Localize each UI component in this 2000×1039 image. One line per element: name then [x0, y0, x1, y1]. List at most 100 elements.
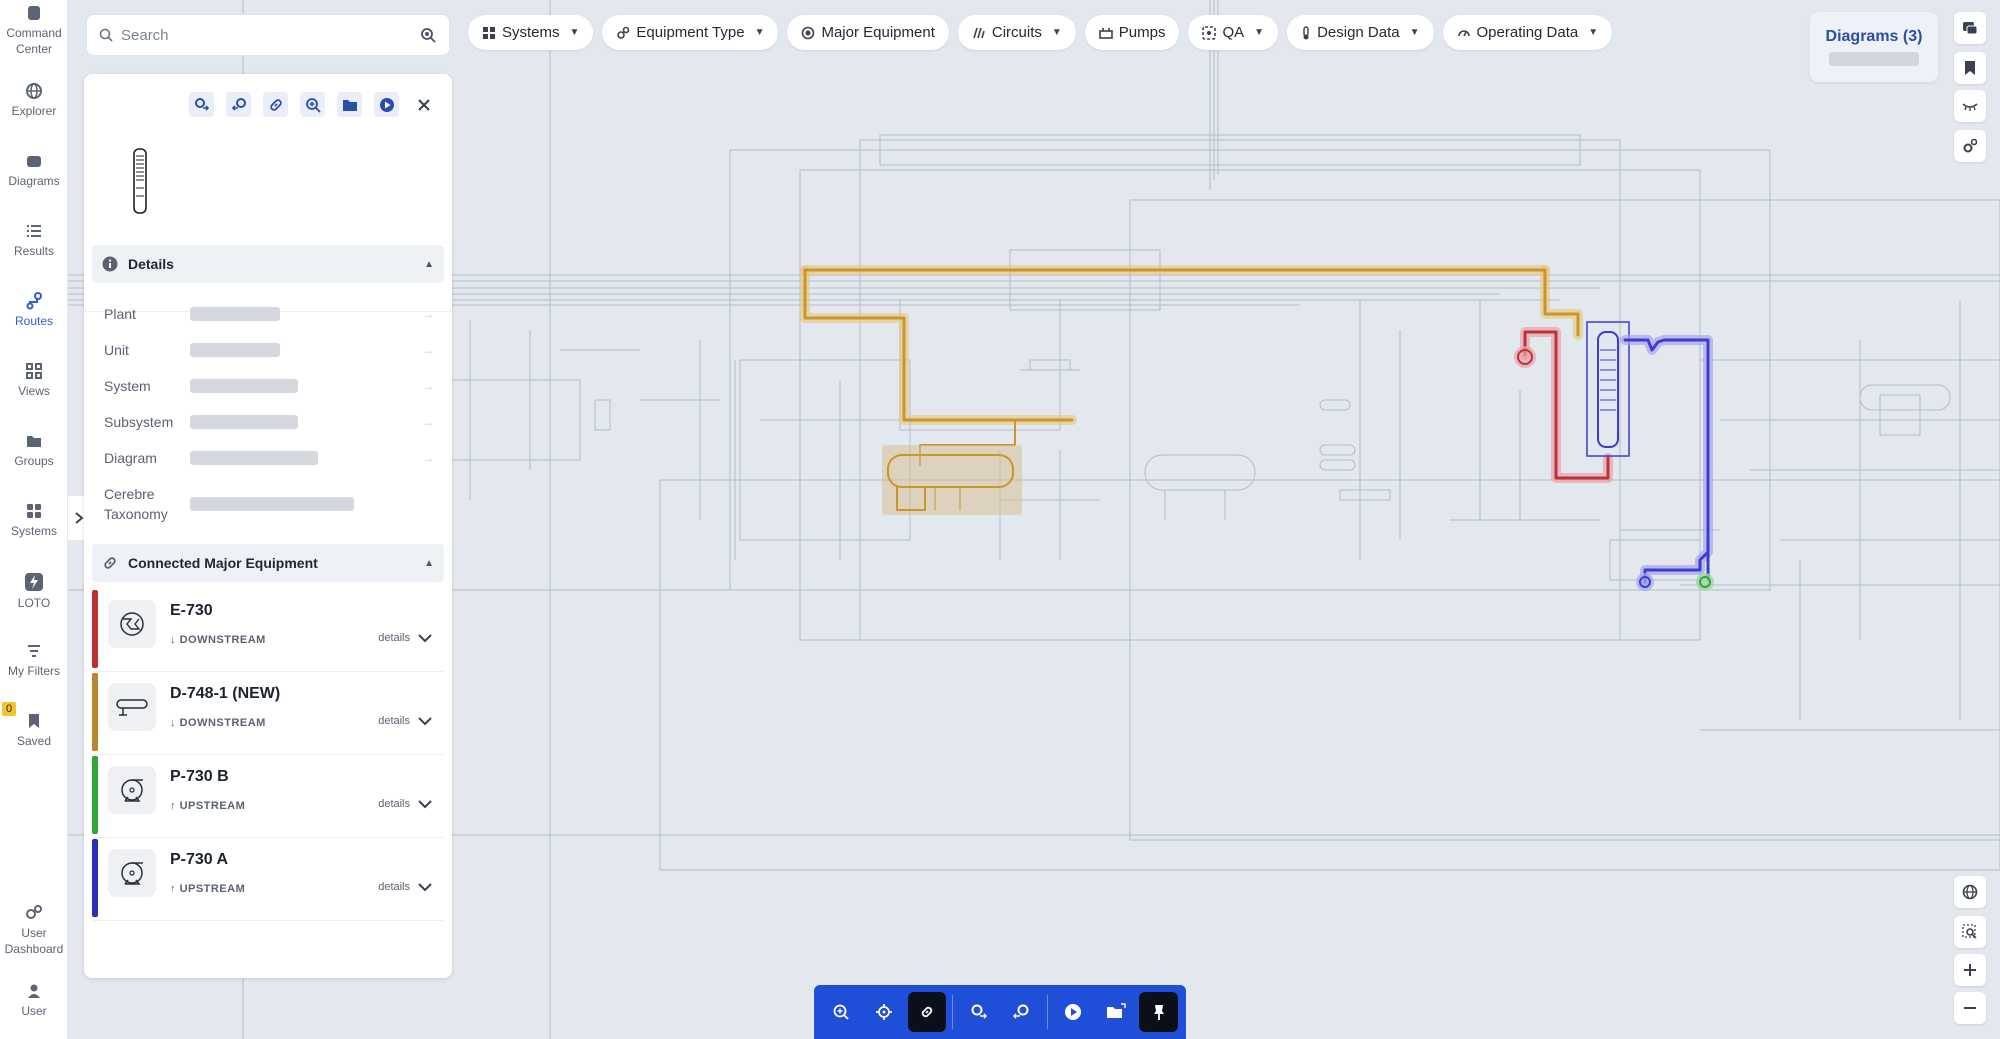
nav-systems[interactable]: Systems — [0, 502, 68, 539]
circuits-icon — [973, 27, 985, 38]
arrow-right-icon[interactable]: → — [422, 412, 434, 432]
pin-tool[interactable] — [1139, 992, 1178, 1032]
nav-loto[interactable]: LOTO — [0, 572, 68, 611]
user-dashboard-icon — [26, 905, 42, 919]
arrow-right-icon[interactable]: → — [422, 304, 434, 324]
globe-view-button[interactable] — [1954, 876, 1986, 908]
route-upstream-tool[interactable] — [959, 992, 998, 1032]
zoom-in-icon — [833, 1004, 850, 1020]
detail-value-placeholder — [190, 343, 280, 357]
route-downstream-button[interactable] — [226, 92, 251, 117]
equipment-card-d-748-1[interactable]: D-748-1 (NEW) ↓ DOWNSTREAM details — [92, 673, 444, 755]
details-toggle[interactable]: details — [378, 715, 432, 727]
nav-label: LOTO — [17, 596, 51, 610]
search-icon — [99, 28, 113, 42]
hide-button[interactable] — [1954, 90, 1986, 122]
filter-pumps[interactable]: Pumps — [1084, 15, 1180, 50]
drum-icon — [116, 699, 148, 716]
gauge-icon — [1457, 29, 1470, 36]
nav-my-filters[interactable]: My Filters — [0, 642, 68, 679]
details-link: details — [378, 715, 410, 727]
arrow-down-icon: ↓ — [170, 634, 176, 646]
arrow-right-icon[interactable]: → — [422, 448, 434, 468]
locate-tool[interactable] — [865, 992, 904, 1032]
collapse-caret-icon: ▲ — [424, 258, 434, 270]
equipment-direction: ↓ DOWNSTREAM — [170, 634, 266, 646]
settings-button[interactable] — [1954, 130, 1986, 162]
nav-results[interactable]: Results — [0, 222, 68, 259]
zoom-to-button[interactable] — [300, 92, 325, 117]
connections-button[interactable] — [263, 92, 288, 117]
diagrams-card[interactable]: Diagrams (3) — [1810, 12, 1938, 82]
search-input[interactable] — [121, 26, 411, 44]
route-downstream-tool[interactable] — [1002, 992, 1041, 1032]
filter-circuits[interactable]: Circuits ▼ — [957, 15, 1076, 50]
nav-label: User — [21, 1004, 47, 1018]
zoom-out-button[interactable] — [1954, 992, 1986, 1024]
detail-value-placeholder — [190, 497, 354, 511]
nav-command-center[interactable]: Command Center — [0, 4, 68, 57]
filter-equipment-type[interactable]: Equipment Type ▼ — [602, 15, 779, 50]
close-panel-button[interactable] — [411, 92, 436, 117]
toolbar-divider — [1046, 995, 1048, 1029]
route-upstream-button[interactable] — [189, 92, 214, 117]
nav-label: My Filters — [8, 664, 60, 678]
filter-icon — [28, 645, 40, 657]
nav-saved[interactable]: Saved — [0, 712, 68, 749]
detail-value-placeholder — [190, 451, 318, 465]
chevron-down-icon — [418, 634, 432, 643]
link-icon — [921, 1006, 933, 1018]
close-icon — [417, 98, 430, 111]
equipment-card-e-730[interactable]: E-730 ↓ DOWNSTREAM details — [92, 590, 444, 672]
folder-open-icon — [1106, 1003, 1126, 1018]
filter-bar: Systems ▼ Equipment Type ▼ Major Equipment… — [468, 15, 1613, 50]
detail-label: Diagram — [104, 450, 157, 466]
details-toggle[interactable]: details — [378, 881, 432, 893]
nav-groups[interactable]: Groups — [0, 432, 68, 469]
grid-icon — [483, 26, 495, 39]
equipment-type-icon — [617, 26, 630, 39]
nav-diagrams[interactable]: Diagrams — [0, 152, 68, 189]
equipment-thumbnail — [108, 600, 156, 648]
details-section-header[interactable]: Details ▲ — [92, 245, 444, 283]
pump-icon — [121, 862, 143, 885]
diagram-name-placeholder — [1829, 52, 1919, 66]
zoom-in-tool[interactable] — [822, 992, 861, 1032]
details-toggle[interactable]: details — [378, 632, 432, 644]
play-button[interactable] — [374, 92, 399, 117]
user-icon — [28, 984, 40, 998]
equipment-thumbnail — [108, 683, 156, 731]
eye-closed-icon — [1962, 103, 1978, 111]
nav-routes[interactable]: Routes — [0, 292, 68, 329]
advanced-search-icon[interactable] — [419, 26, 437, 44]
nav-rail: Command Center Explorer Diagrams Results… — [0, 0, 68, 1039]
filter-design-data[interactable]: Design Data ▼ — [1287, 15, 1434, 50]
equipment-card-p-730-b[interactable]: P-730 B ↑ UPSTREAM details — [92, 756, 444, 838]
arrow-right-icon[interactable]: → — [422, 340, 434, 360]
filter-operating-data[interactable]: Operating Data ▼ — [1442, 15, 1613, 50]
connected-equipment-section-header[interactable]: Connected Major Equipment ▲ — [92, 544, 444, 582]
nav-label: Views — [18, 384, 50, 398]
chat-button[interactable] — [1954, 12, 1986, 44]
nav-explorer[interactable]: Explorer — [0, 82, 68, 119]
open-folder-button[interactable] — [337, 92, 362, 117]
nav-views[interactable]: Views — [0, 362, 68, 399]
bookmark-button[interactable] — [1954, 52, 1986, 84]
folder-icon — [27, 436, 41, 447]
open-folder-tool[interactable] — [1096, 992, 1135, 1032]
filter-systems[interactable]: Systems ▼ — [468, 15, 594, 50]
zoom-in-button[interactable] — [1954, 954, 1986, 986]
nav-user-dashboard[interactable]: User Dashboard — [0, 904, 68, 957]
equipment-name: D-748-1 (NEW) — [170, 685, 281, 702]
nav-user[interactable]: User — [0, 982, 68, 1019]
arrow-right-icon[interactable]: → — [422, 376, 434, 396]
zoom-region-button[interactable] — [1954, 916, 1986, 948]
connections-tool[interactable] — [907, 992, 947, 1032]
filter-qa[interactable]: QA ▼ — [1188, 15, 1279, 50]
filter-major-equipment[interactable]: Major Equipment — [787, 15, 949, 50]
play-tool[interactable] — [1054, 992, 1093, 1032]
equipment-card-p-730-a[interactable]: P-730 A ↑ UPSTREAM details — [92, 839, 444, 921]
systems-icon — [27, 504, 41, 518]
caret-down-icon: ▼ — [1051, 27, 1062, 38]
details-toggle[interactable]: details — [378, 798, 432, 810]
